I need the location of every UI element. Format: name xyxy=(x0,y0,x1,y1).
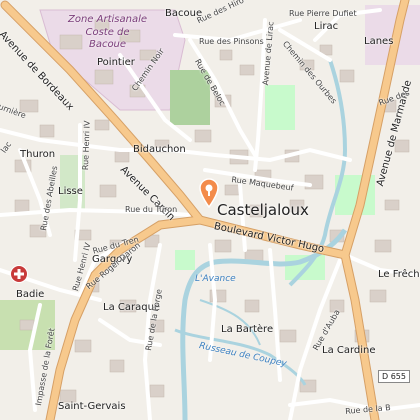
river-label-avance: L'Avance xyxy=(195,274,236,284)
place-la-bartere: La Bartère xyxy=(221,324,274,335)
zone-label-line2: Coste de xyxy=(85,26,130,38)
street-rue-pierre-dufiet: Rue Pierre Dufiet xyxy=(289,9,357,18)
park-area xyxy=(265,85,295,130)
place-bidauchon: Bidauchon xyxy=(133,144,186,155)
map-canvas[interactable] xyxy=(0,0,420,420)
pharmacy-icon[interactable] xyxy=(10,265,28,283)
place-lirac: Lirac xyxy=(314,21,339,32)
zone-artisanale-label: Zone Artisanale Coste de Bacoue xyxy=(68,14,147,52)
place-pointier: Pointier xyxy=(97,57,135,68)
place-thuron: Thuron xyxy=(20,149,56,160)
road-ref-shield: D 655 xyxy=(378,370,410,383)
square xyxy=(175,250,195,270)
street-rue-des-pinsons: Rue des Pinsons xyxy=(199,37,264,46)
town-label: Casteljaloux xyxy=(217,201,309,219)
pharmacy-cross-icon xyxy=(14,269,24,279)
place-lanes: Lanes xyxy=(364,36,394,47)
map-view[interactable]: Zone Artisanale Coste de Bacoue Bacoue P… xyxy=(0,0,420,420)
zone-label-line3: Bacoue xyxy=(88,39,127,50)
zone-label-line1: Zone Artisanale xyxy=(68,14,148,25)
map-pin-icon xyxy=(199,178,219,208)
location-marker-icon[interactable] xyxy=(198,178,220,208)
place-lisse: Lisse xyxy=(58,186,83,197)
place-la-cardine: La Cardine xyxy=(322,345,376,356)
place-badie: Badie xyxy=(16,289,45,300)
place-le-freche: Le Frêche xyxy=(378,269,420,280)
street-rue-du-turon: Rue du Turon xyxy=(125,205,178,214)
place-saint-gervais: Saint-Gervais xyxy=(58,401,126,412)
